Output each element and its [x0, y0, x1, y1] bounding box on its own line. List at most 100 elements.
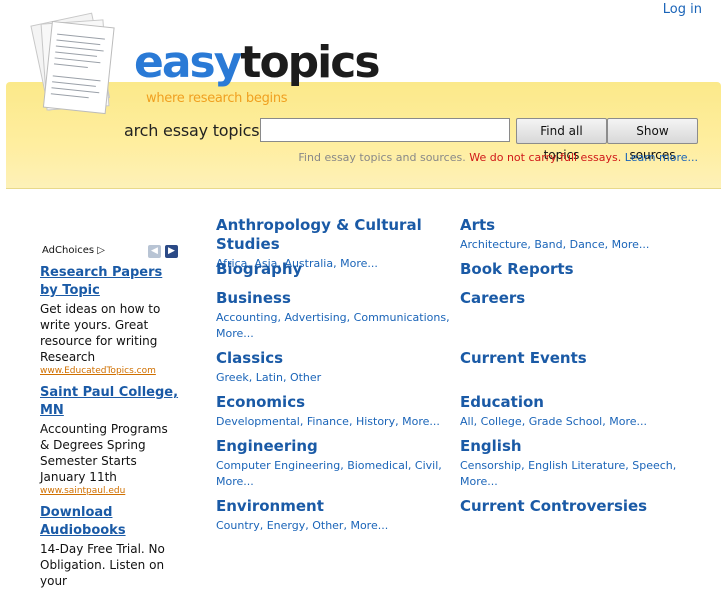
subtopic-separator: , — [604, 238, 612, 251]
subtopic-link[interactable]: More... — [612, 238, 650, 251]
subtopic-link[interactable]: Energy — [267, 519, 306, 532]
logo-topics: topics — [240, 37, 380, 88]
ad-item: Research Papers by Topic Get ideas on how… — [40, 264, 180, 376]
learn-more-link[interactable]: Learn more... — [625, 151, 698, 164]
papers-logo-icon — [30, 12, 115, 115]
subtopic-link[interactable]: More... — [216, 475, 254, 488]
subtopic-link[interactable]: Band — [534, 238, 562, 251]
login-link[interactable]: Log in — [663, 2, 702, 17]
ad-body: 14-Day Free Trial. No Obligation. Listen… — [40, 542, 165, 588]
ad-url-link[interactable]: www.EducatedTopics.com — [40, 366, 180, 376]
topic-block: Engineering Computer Engineering, Biomedi… — [216, 437, 456, 490]
topic-title-link[interactable]: English — [460, 437, 700, 456]
subtopic-link[interactable]: History — [356, 415, 395, 428]
subtopic-link[interactable]: Speech — [632, 459, 673, 472]
ad-title-link[interactable]: Research Papers by Topic — [40, 264, 180, 300]
topic-title-link[interactable]: Book Reports — [460, 260, 700, 279]
topic-title-link[interactable]: Biography — [216, 260, 456, 279]
subtopic-link[interactable]: All — [460, 415, 474, 428]
subtopic-separator: , — [348, 415, 356, 428]
subtopic-link[interactable]: Biomedical — [347, 459, 408, 472]
subtopic-separator: , — [521, 415, 529, 428]
subtopic-link[interactable]: Greek — [216, 371, 249, 384]
subtopic-link[interactable]: Dance — [570, 238, 605, 251]
subtopic-link[interactable]: Censorship — [460, 459, 521, 472]
topic-subtopics: All, College, Grade School, More... — [460, 414, 700, 430]
subtopic-link[interactable]: English Literature — [528, 459, 625, 472]
subtopic-link[interactable]: Architecture — [460, 238, 527, 251]
topic-subtopics: Accounting, Advertising, Communications,… — [216, 310, 456, 342]
topic-title-link[interactable]: Education — [460, 393, 700, 412]
topic-title-link[interactable]: Anthropology & Cultural Studies — [216, 216, 456, 254]
subtopic-link[interactable]: More... — [609, 415, 647, 428]
topic-subtopics: Architecture, Band, Dance, More... — [460, 237, 700, 253]
topic-block: Economics Developmental, Finance, History… — [216, 393, 456, 430]
find-all-topics-button[interactable]: Find all topics — [516, 118, 607, 162]
subtopic-separator: , — [282, 371, 290, 384]
topic-title-link[interactable]: Economics — [216, 393, 456, 412]
ad-list: Research Papers by Topic Get ideas on how… — [40, 264, 180, 597]
adchoices-text: AdChoices — [42, 245, 95, 256]
topic-block: Business Accounting, Advertising, Communi… — [216, 289, 456, 342]
subtopic-separator: , — [438, 459, 442, 472]
topic-block: Classics Greek, Latin, Other — [216, 349, 456, 386]
topic-subtopics: Greek, Latin, Other — [216, 370, 456, 386]
adchoices-icon: ▷ — [97, 245, 105, 256]
adchoices-label[interactable]: AdChoices ▷ — [42, 245, 105, 256]
ad-next-icon[interactable]: ▶ — [165, 245, 178, 258]
subtopic-link[interactable]: Other — [290, 371, 321, 384]
subtopic-separator: , — [446, 311, 450, 324]
topic-block: Education All, College, Grade School, Mor… — [460, 393, 700, 430]
topic-title-link[interactable]: Current Events — [460, 349, 700, 368]
ad-title-link[interactable]: Saint Paul College, MN — [40, 384, 180, 420]
search-label: arch essay topics: — [124, 121, 265, 140]
subtopic-link[interactable]: Developmental — [216, 415, 300, 428]
subtopic-separator: , — [259, 519, 267, 532]
ad-title-link[interactable]: Download Audiobooks — [40, 504, 180, 540]
topic-title-link[interactable]: Environment — [216, 497, 456, 516]
search-input[interactable] — [260, 118, 510, 142]
subtopic-separator: , — [346, 311, 354, 324]
subtopic-link[interactable]: Grade School — [529, 415, 603, 428]
ad-prev-icon[interactable]: ◀ — [148, 245, 161, 258]
subtopic-link[interactable]: Computer Engineering — [216, 459, 340, 472]
subtopic-link[interactable]: Advertising — [284, 311, 346, 324]
ad-url-link[interactable]: www.saintpaul.edu — [40, 486, 180, 496]
subtopic-link[interactable]: Latin — [256, 371, 283, 384]
search-note-warning: We do not carry full essays. — [469, 151, 622, 164]
subtopic-link[interactable]: Civil — [415, 459, 438, 472]
ad-body: Get ideas on how to write yours. Great r… — [40, 302, 161, 364]
subtopic-link[interactable]: Communications — [354, 311, 446, 324]
ad-item: Download Audiobooks 14-Day Free Trial. No… — [40, 504, 180, 589]
subtopic-separator: , — [299, 415, 307, 428]
topic-title-link[interactable]: Business — [216, 289, 456, 308]
subtopic-link[interactable]: Finance — [307, 415, 349, 428]
subtopic-link[interactable]: Country — [216, 519, 260, 532]
subtopic-separator: , — [473, 415, 481, 428]
topic-title-link[interactable]: Careers — [460, 289, 700, 308]
site-tagline: where research begins — [146, 91, 288, 106]
ad-item: Saint Paul College, MN Accounting Program… — [40, 384, 180, 496]
show-sources-button[interactable]: Show sources — [607, 118, 698, 162]
logo-easy: easy — [134, 37, 242, 88]
site-logo[interactable]: easytopics — [134, 41, 381, 85]
subtopic-link[interactable]: Other — [312, 519, 343, 532]
topic-title-link[interactable]: Engineering — [216, 437, 456, 456]
topic-block: Book Reports — [460, 260, 700, 279]
ad-body: Accounting Programs & Degrees Spring Sem… — [40, 422, 168, 484]
topic-block: Current Controversies — [460, 497, 700, 516]
topic-title-link[interactable]: Classics — [216, 349, 456, 368]
topic-title-link[interactable]: Current Controversies — [460, 497, 700, 516]
subtopic-separator: , — [407, 459, 415, 472]
subtopic-link[interactable]: More... — [350, 519, 388, 532]
subtopic-link[interactable]: More... — [216, 327, 254, 340]
subtopic-link[interactable]: College — [481, 415, 522, 428]
topic-block: Careers — [460, 289, 700, 308]
subtopic-separator: , — [248, 371, 256, 384]
subtopic-link[interactable]: Accounting — [216, 311, 277, 324]
subtopic-link[interactable]: More... — [402, 415, 440, 428]
topic-block: Current Events — [460, 349, 700, 368]
subtopic-link[interactable]: More... — [460, 475, 498, 488]
topic-title-link[interactable]: Arts — [460, 216, 700, 235]
topic-subtopics: Country, Energy, Other, More... — [216, 518, 456, 534]
